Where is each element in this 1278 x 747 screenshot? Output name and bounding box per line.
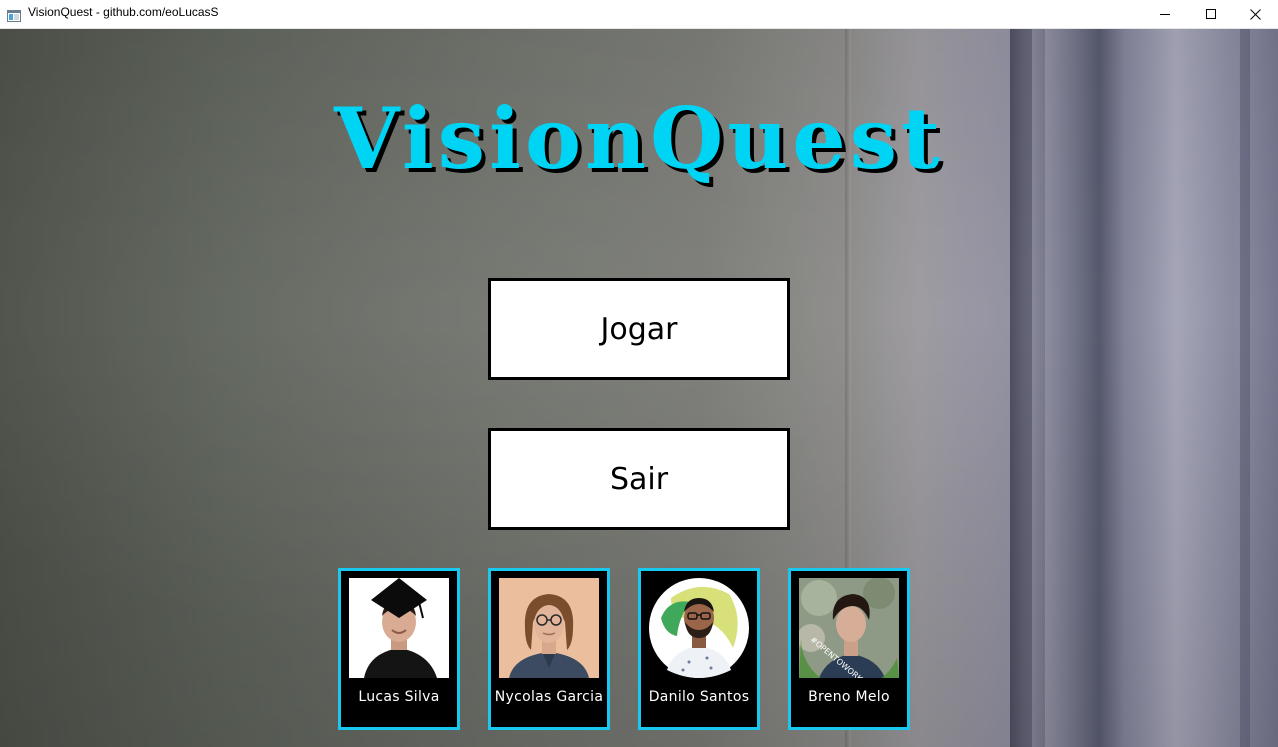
credit-card-breno: #OPENTOWORK Breno Melo xyxy=(788,568,910,730)
maximize-icon xyxy=(1205,8,1217,20)
credit-name: Danilo Santos xyxy=(648,689,750,705)
exit-button[interactable]: Sair xyxy=(488,428,790,530)
credit-card-nycolas: Nycolas Garcia xyxy=(488,568,610,730)
avatar: #OPENTOWORK xyxy=(799,578,899,678)
close-button[interactable] xyxy=(1232,0,1278,28)
app-window-icon xyxy=(7,7,21,22)
avatar xyxy=(649,578,749,678)
app-window: VisionQuest - github.com/eoLucasS Vision… xyxy=(0,0,1278,747)
avatar xyxy=(499,578,599,678)
credit-card-danilo: Danilo Santos xyxy=(638,568,760,730)
minimize-button[interactable] xyxy=(1142,0,1188,28)
close-icon xyxy=(1249,8,1261,20)
credit-name: Lucas Silva xyxy=(358,689,440,705)
avatar xyxy=(349,578,449,678)
window-title: VisionQuest - github.com/eoLucasS xyxy=(28,5,219,19)
title-bar[interactable]: VisionQuest - github.com/eoLucasS xyxy=(0,0,1278,29)
play-button[interactable]: Jogar xyxy=(488,278,790,380)
maximize-button[interactable] xyxy=(1188,0,1234,28)
credit-name: Nycolas Garcia xyxy=(494,689,604,705)
credit-card-lucas: Lucas Silva xyxy=(338,568,460,730)
credit-name: Breno Melo xyxy=(808,689,890,705)
minimize-icon xyxy=(1159,9,1171,20)
game-title: VisionQuest xyxy=(334,89,944,188)
camera-feed: VisionQuest Jogar Sair Lucas Silva Nycol… xyxy=(0,29,1278,747)
